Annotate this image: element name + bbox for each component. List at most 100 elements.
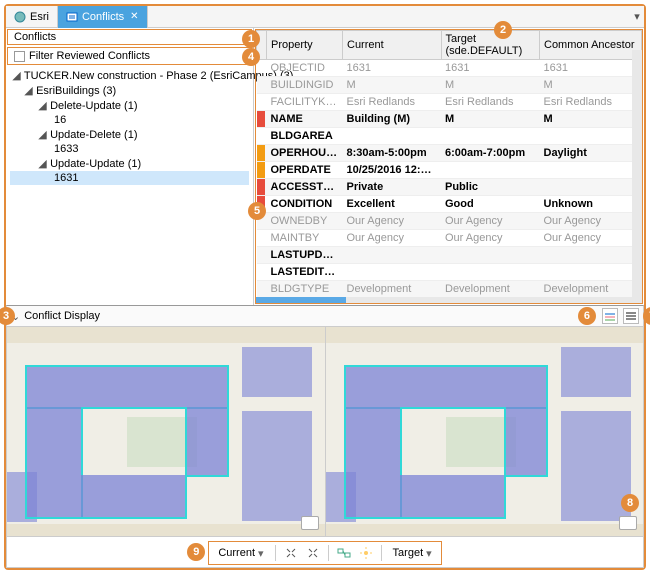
table-row[interactable]: LASTUPDATE bbox=[257, 247, 642, 264]
conflict-table: Property Current Target (sde.DEFAULT) Co… bbox=[256, 30, 642, 297]
cell-tgt: Esri Redlands bbox=[441, 94, 540, 111]
cell-tgt bbox=[441, 128, 540, 145]
callout-6: 6 bbox=[578, 307, 596, 325]
expand-icon[interactable]: ◢ bbox=[12, 69, 21, 82]
table-row[interactable]: OPERHOURS8:30am-5:00pm6:00am-7:00pmDayli… bbox=[257, 145, 642, 162]
cell-prop: OWNEDBY bbox=[267, 213, 343, 230]
cell-cur: Excellent bbox=[343, 196, 442, 213]
display-toggle-list-icon[interactable] bbox=[623, 308, 639, 324]
col-property[interactable]: Property bbox=[267, 31, 343, 60]
conflict-icon bbox=[66, 11, 78, 23]
table-row[interactable]: OBJECTID163116311631 bbox=[257, 60, 642, 77]
tree-item-selected[interactable]: 1631 bbox=[10, 171, 249, 185]
cell-prop: FACILITYKEY bbox=[267, 94, 343, 111]
zoom-in-icon[interactable] bbox=[282, 544, 300, 562]
conflicts-tree: ◢ TUCKER.New construction - Phase 2 (Esr… bbox=[6, 66, 253, 195]
flash-icon[interactable] bbox=[357, 544, 375, 562]
cell-cur: 10/25/2016 12:00:00 AM bbox=[343, 162, 442, 179]
cell-anc: Our Agency bbox=[540, 213, 642, 230]
cell-cur: Esri Redlands bbox=[343, 94, 442, 111]
map-legend-icon[interactable] bbox=[619, 516, 637, 530]
table-row[interactable]: BUILDINGIDMMM bbox=[257, 77, 642, 94]
conflict-display-header[interactable]: ⌄ Conflict Display 6 7 bbox=[6, 305, 644, 327]
tab-overflow-dropdown[interactable]: ▾ bbox=[630, 10, 644, 23]
col-target[interactable]: Target (sde.DEFAULT) bbox=[441, 31, 540, 60]
expand-icon[interactable]: ◢ bbox=[38, 128, 47, 141]
current-dropdown[interactable]: Current ▾ bbox=[213, 545, 268, 562]
tree-update-delete[interactable]: ◢ Update-Delete (1) bbox=[10, 127, 249, 142]
tab-label: Conflicts bbox=[82, 11, 124, 23]
cell-tgt: 6:00am-7:00pm bbox=[441, 145, 540, 162]
cell-prop: LASTUPDATE bbox=[267, 247, 343, 264]
callout-7: 7 bbox=[643, 307, 650, 325]
table-row[interactable]: CONDITIONExcellentGoodUnknown bbox=[257, 196, 642, 213]
cell-tgt bbox=[441, 264, 540, 281]
tab-label: Esri bbox=[30, 11, 49, 23]
display-toggle-grid-icon[interactable] bbox=[602, 308, 618, 324]
cell-tgt: M bbox=[441, 111, 540, 128]
tree-item[interactable]: 1633 bbox=[10, 142, 249, 156]
conflict-flag-icon bbox=[257, 145, 265, 161]
tree-item[interactable]: 16 bbox=[10, 113, 249, 127]
cell-cur: 8:30am-5:00pm bbox=[343, 145, 442, 162]
cell-tgt: Our Agency bbox=[441, 230, 540, 247]
cell-anc bbox=[540, 128, 642, 145]
table-row[interactable]: FACILITYKEYEsri RedlandsEsri RedlandsEsr… bbox=[257, 94, 642, 111]
tree-update-update[interactable]: ◢ Update-Update (1) bbox=[10, 156, 249, 171]
checkbox-icon[interactable] bbox=[14, 51, 25, 62]
tree-delete-update[interactable]: ◢ Delete-Update (1) bbox=[10, 98, 249, 113]
cell-prop: OBJECTID bbox=[267, 60, 343, 77]
cell-tgt bbox=[441, 162, 540, 179]
conflict-flag-icon bbox=[257, 94, 265, 110]
col-current[interactable]: Current bbox=[343, 31, 442, 60]
zoom-out-icon[interactable] bbox=[304, 544, 322, 562]
filter-reviewed-row[interactable]: Filter Reviewed Conflicts 4 bbox=[7, 47, 252, 65]
table-row[interactable]: NAMEBuilding (M)MM bbox=[257, 111, 642, 128]
conflict-display-label: Conflict Display bbox=[24, 310, 100, 322]
cell-anc: Unknown bbox=[540, 196, 642, 213]
tree-root[interactable]: ◢ TUCKER.New construction - Phase 2 (Esr… bbox=[10, 68, 249, 83]
table-row[interactable]: LASTEDITOR bbox=[257, 264, 642, 281]
cell-anc: 1631 bbox=[540, 60, 642, 77]
expand-icon[interactable]: ◢ bbox=[24, 84, 33, 97]
callout-5: 5 bbox=[248, 202, 266, 220]
cell-prop: BLDGTYPE bbox=[267, 281, 343, 298]
cell-cur bbox=[343, 128, 442, 145]
table-row[interactable]: OWNEDBYOur AgencyOur AgencyOur Agency bbox=[257, 213, 642, 230]
conflict-flag-icon bbox=[257, 128, 265, 144]
link-views-icon[interactable] bbox=[335, 544, 353, 562]
expand-icon[interactable]: ◢ bbox=[38, 99, 47, 112]
map-target[interactable]: 8 bbox=[325, 327, 644, 536]
tab-conflicts[interactable]: Conflicts ✕ bbox=[58, 6, 148, 28]
conflict-flag-icon bbox=[257, 77, 265, 93]
cell-cur: Building (M) bbox=[343, 111, 442, 128]
table-row[interactable]: BLDGTYPEDevelopmentDevelopmentDevelopmen… bbox=[257, 281, 642, 298]
cell-prop: MAINTBY bbox=[267, 230, 343, 247]
map-legend-icon[interactable] bbox=[301, 516, 319, 530]
cell-anc bbox=[540, 247, 642, 264]
map-current[interactable] bbox=[7, 327, 325, 536]
target-dropdown[interactable]: Target ▾ bbox=[388, 545, 437, 562]
tree-layer[interactable]: ◢ EsriBuildings (3) bbox=[10, 83, 249, 98]
table-row[interactable]: MAINTBYOur AgencyOur AgencyOur Agency bbox=[257, 230, 642, 247]
table-row[interactable]: OPERDATE10/25/2016 12:00:00 AM bbox=[257, 162, 642, 179]
tab-bar: Esri Conflicts ✕ ▾ bbox=[6, 6, 644, 28]
cell-cur: 1631 bbox=[343, 60, 442, 77]
col-ancestor[interactable]: Common Ancestor bbox=[540, 31, 642, 60]
conflict-flag-icon bbox=[257, 111, 265, 127]
close-icon[interactable]: ✕ bbox=[130, 11, 138, 22]
horizontal-scrollbar[interactable] bbox=[256, 297, 642, 303]
cell-tgt: Development bbox=[441, 281, 540, 298]
conflicts-tree-panel: Conflicts 1 Filter Reviewed Conflicts 4 … bbox=[6, 28, 254, 305]
tab-esri[interactable]: Esri bbox=[6, 6, 58, 28]
table-row[interactable]: BLDGAREA bbox=[257, 128, 642, 145]
cell-anc: Esri Redlands bbox=[540, 94, 642, 111]
table-row[interactable]: ACCESSTYPEPrivatePublic bbox=[257, 179, 642, 196]
vertical-scrollbar[interactable] bbox=[632, 50, 642, 297]
cell-anc: Our Agency bbox=[540, 230, 642, 247]
expand-icon[interactable]: ◢ bbox=[38, 157, 47, 170]
conflict-flag-icon bbox=[257, 281, 265, 297]
cell-tgt: Good bbox=[441, 196, 540, 213]
cell-prop: ACCESSTYPE bbox=[267, 179, 343, 196]
cell-cur bbox=[343, 247, 442, 264]
